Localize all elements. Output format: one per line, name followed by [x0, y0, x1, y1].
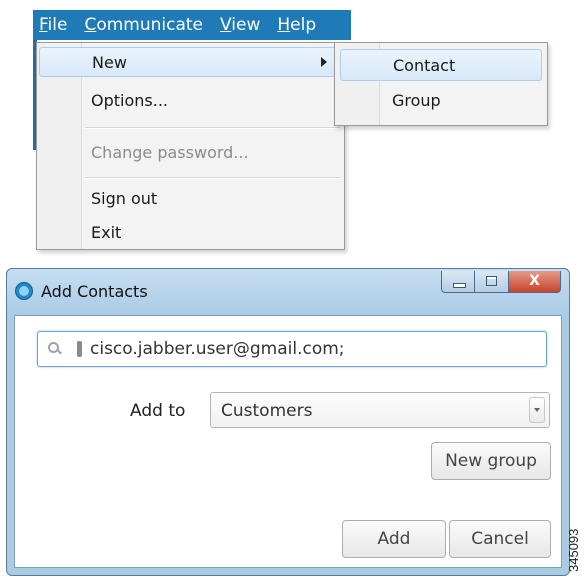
- dropdown-arrow-icon[interactable]: [529, 397, 545, 423]
- dialog-title-bar[interactable]: Add Contacts X: [7, 269, 569, 315]
- menu-item-options[interactable]: Options...: [39, 85, 342, 115]
- menu-item-sign-out[interactable]: Sign out: [39, 183, 342, 213]
- new-group-button[interactable]: New group: [431, 442, 551, 480]
- new-submenu: Contact Group: [334, 42, 548, 126]
- menu-item-exit[interactable]: Exit: [39, 217, 342, 247]
- search-icon: [48, 342, 59, 353]
- menu-communicate[interactable]: Communicate: [82, 15, 205, 35]
- menu-item-label: Exit: [91, 222, 122, 242]
- menu-view[interactable]: View: [218, 15, 262, 35]
- menu-item-label: Contact: [393, 56, 456, 75]
- menu-bar: File Communicate View Help: [33, 10, 351, 40]
- menu-item-group[interactable]: Group: [340, 85, 542, 117]
- menu-item-label: New: [92, 52, 127, 72]
- menu-item-contact[interactable]: Contact: [340, 49, 542, 81]
- menu-separator: [85, 177, 340, 179]
- submenu-arrow-icon: [321, 57, 327, 67]
- jabber-app-icon: [15, 282, 33, 300]
- menu-item-change-password: Change password...: [39, 137, 342, 167]
- add-to-group-select[interactable]: Customers: [210, 392, 550, 428]
- menu-item-label: Change password...: [91, 142, 249, 162]
- caption-buttons: X: [441, 271, 561, 293]
- figure-id: 345093: [566, 528, 581, 572]
- dialog-body: cisco.jabber.user@gmail.com; Add to Cust…: [14, 315, 562, 568]
- contact-search-input[interactable]: cisco.jabber.user@gmail.com;: [37, 331, 547, 367]
- menu-file[interactable]: File: [37, 15, 69, 35]
- add-to-label: Add to: [130, 401, 186, 421]
- dialog-title: Add Contacts: [41, 282, 148, 301]
- menu-help[interactable]: Help: [275, 15, 318, 35]
- menu-item-label: Options...: [91, 90, 168, 110]
- file-menu: New Options... Change password... Sign o…: [36, 42, 345, 250]
- cancel-button[interactable]: Cancel: [449, 520, 551, 558]
- add-contacts-dialog: Add Contacts X cisco.jabber.user@gmail.c…: [6, 268, 570, 576]
- text-cursor: [77, 341, 82, 357]
- add-button[interactable]: Add: [342, 520, 446, 558]
- menu-item-label: Sign out: [91, 188, 158, 208]
- menu-item-new[interactable]: New: [39, 47, 342, 77]
- search-input-value: cisco.jabber.user@gmail.com;: [90, 339, 345, 359]
- minimize-button[interactable]: [441, 271, 475, 293]
- selected-group: Customers: [221, 401, 313, 421]
- close-button[interactable]: X: [509, 271, 561, 293]
- menu-separator: [85, 127, 340, 129]
- menu-item-label: Group: [392, 91, 441, 110]
- maximize-button[interactable]: [475, 271, 509, 293]
